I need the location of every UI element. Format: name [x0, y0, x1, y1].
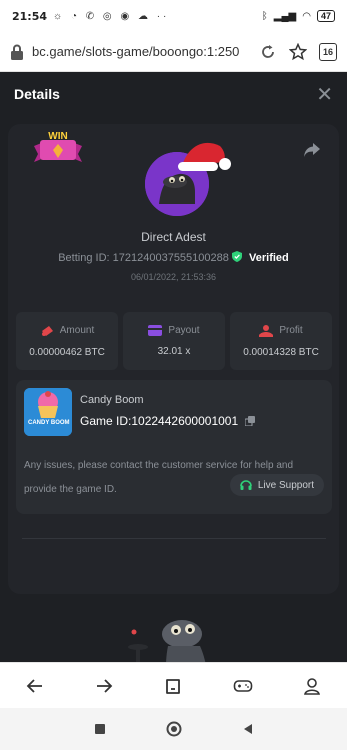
user-name: Direct Adest: [141, 230, 206, 244]
browser-url-bar[interactable]: bc.game/slots-game/booongo:1:250 16: [0, 32, 347, 72]
verified-shield-icon: [231, 251, 242, 262]
details-sheet: WIN Direct Adest Betting ID: 17212400375…: [0, 116, 347, 702]
profit-icon: [259, 324, 274, 337]
profit-stat: Profit 0.00014328 BTC: [230, 312, 332, 370]
wifi-icon: ◠: [302, 10, 311, 22]
betting-id-value: 1721240037555100288: [112, 252, 229, 264]
payout-stat: Payout 32.01 x: [123, 312, 225, 370]
battery-icon: 47: [316, 10, 335, 22]
close-icon[interactable]: ✕: [316, 82, 333, 107]
betting-id-row: Betting ID: 1721240037555100288 Verified: [8, 251, 339, 264]
status-bar: 21:54 ☼ ◔ ✆ ◎ ◉ ☁ ·· ᛒ ▂▄▆ ◠ 47: [0, 0, 347, 32]
game-id-row: Game ID:1022442600001001: [80, 414, 256, 428]
profile-icon[interactable]: [302, 676, 322, 696]
game-controller-icon[interactable]: [233, 676, 253, 696]
back-triangle-icon[interactable]: [242, 723, 254, 735]
tab-count-button[interactable]: 16: [319, 42, 337, 61]
game-thumbnail[interactable]: CANDY BOOM: [24, 388, 72, 436]
forward-arrow-icon[interactable]: [94, 676, 114, 696]
status-time: 21:54: [12, 9, 48, 23]
headset-icon: [240, 480, 252, 490]
bet-details-card: WIN Direct Adest Betting ID: 17212400375…: [8, 124, 339, 594]
system-nav-bar: [0, 708, 347, 750]
lock-icon: [11, 44, 23, 60]
divider: [22, 538, 326, 539]
bluetooth-icon: ᛒ: [261, 10, 268, 22]
game-id-label: Game ID:: [80, 414, 132, 428]
win-badge-icon: WIN: [34, 131, 82, 162]
web-page: Details ✕ WIN Direct Adest Betting ID: 1…: [0, 72, 347, 702]
details-header: Details ✕: [0, 72, 347, 116]
url-text[interactable]: bc.game/slots-game/booongo:1:250: [32, 44, 239, 59]
game-name: Candy Boom: [80, 394, 144, 406]
game-thumbnail-text: CANDY BOOM: [28, 420, 70, 426]
recents-square-icon[interactable]: [94, 723, 106, 735]
reload-icon[interactable]: [259, 43, 277, 61]
copy-icon[interactable]: [245, 416, 256, 426]
bet-datetime: 06/01/2022, 21:53:36: [130, 272, 217, 282]
cupcake-icon: [24, 388, 72, 436]
payout-icon: [148, 325, 163, 336]
payout-value: 32.01 x: [157, 346, 191, 357]
back-arrow-icon[interactable]: [25, 676, 45, 696]
home-circle-icon[interactable]: [166, 721, 182, 737]
bookmark-star-icon[interactable]: [289, 42, 307, 61]
notification-icons: ☼ ◔ ✆ ◎ ◉ ☁ ··: [53, 10, 170, 22]
stats-row: Amount 0.00000462 BTC Payout 32.01 x Pro…: [16, 312, 332, 370]
live-support-button[interactable]: Live Support: [229, 474, 324, 496]
verified-label: Verified: [249, 252, 289, 264]
amount-icon: [41, 325, 53, 336]
page-title: Details: [14, 86, 60, 102]
amount-label: Amount: [59, 325, 95, 336]
game-info-card: CANDY BOOM Candy Boom Game ID:1022442600…: [16, 380, 332, 514]
game-id-value: 1022442600001001: [131, 414, 239, 428]
signal-icon: ▂▄▆: [273, 10, 297, 22]
betting-id-label: Betting ID:: [58, 252, 110, 264]
santa-hat-icon: [178, 142, 231, 171]
payout-label: Payout: [168, 325, 200, 336]
home-icon[interactable]: [163, 676, 183, 696]
profit-label: Profit: [279, 325, 303, 336]
profit-value: 0.00014328 BTC: [243, 346, 319, 358]
amount-value: 0.00000462 BTC: [29, 346, 105, 358]
live-support-label: Live Support: [257, 479, 314, 491]
share-icon[interactable]: [303, 142, 321, 158]
win-badge-text: WIN: [48, 131, 67, 142]
browser-bottom-nav: [0, 662, 347, 709]
amount-stat: Amount 0.00000462 BTC: [16, 312, 118, 370]
